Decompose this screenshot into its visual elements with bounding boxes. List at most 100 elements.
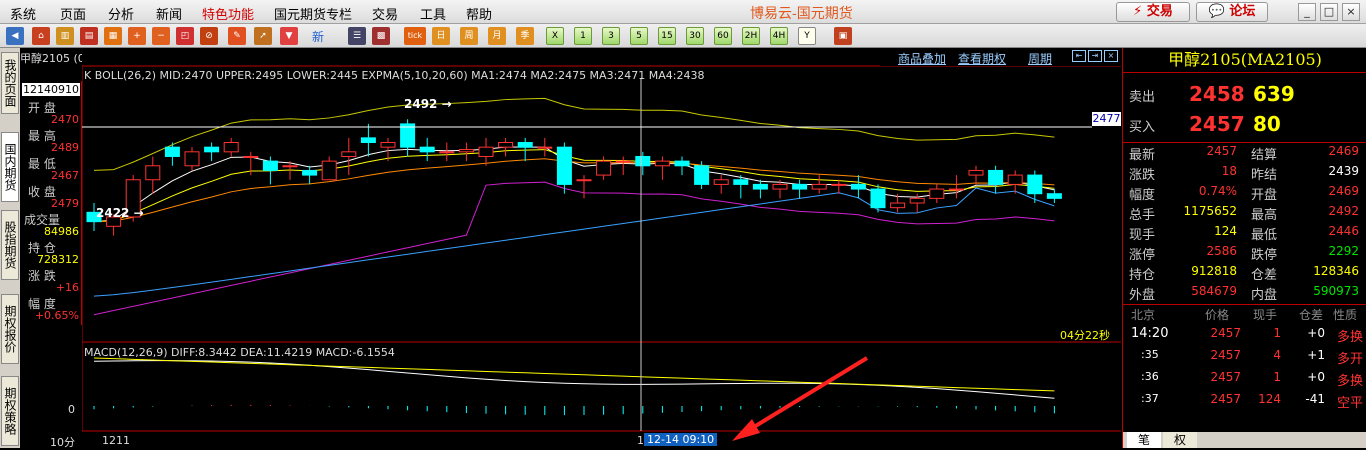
tab-commodity-overlay[interactable]: 商品叠加	[898, 50, 946, 67]
value-low: 2467	[51, 169, 79, 182]
menu-news[interactable]: 新闻	[156, 4, 182, 23]
period-2h-button[interactable]: 2H	[742, 27, 760, 45]
candle-body	[831, 183, 847, 186]
period-5-button[interactable]: 5	[630, 27, 648, 45]
candle-body	[1027, 174, 1043, 195]
ask-row: 卖出 2458 639	[1129, 82, 1295, 106]
forum-button[interactable]: 💬 论坛	[1196, 2, 1268, 22]
candle-body	[694, 165, 710, 185]
candle-body	[752, 183, 768, 190]
stat-row: 最新 2457 结算 2469	[1129, 144, 1359, 163]
tab-rights[interactable]: 权	[1163, 432, 1197, 448]
draw-icon[interactable]: ✎	[228, 27, 246, 45]
candle-body	[811, 183, 827, 190]
annotation-arrow	[732, 356, 869, 441]
period-4h-button[interactable]: 4H	[770, 27, 788, 45]
stat-row: 幅度 0.74% 开盘 2469	[1129, 184, 1359, 203]
chart-svg[interactable]	[82, 48, 1121, 448]
tab-option-quotes[interactable]: 期权报价	[1, 294, 19, 364]
menu-tools[interactable]: 工具	[420, 4, 446, 23]
stat-row: 现手 124 最低 2446	[1129, 224, 1359, 243]
low-marker: 2422 →	[96, 206, 144, 220]
chart-icon[interactable]: ▤	[80, 27, 98, 45]
tick-button[interactable]: tick	[404, 27, 426, 45]
expand-icon[interactable]: ⇥	[1088, 50, 1102, 62]
month-button[interactable]: 月	[488, 27, 506, 45]
menu-analysis[interactable]: 分析	[108, 4, 134, 23]
home-icon[interactable]: ⌂	[32, 27, 50, 45]
zoom-in-icon[interactable]: +	[128, 27, 146, 45]
tab-view-options[interactable]: 查看期权	[958, 50, 1006, 67]
candle-body	[968, 169, 984, 176]
period-3-button[interactable]: 3	[602, 27, 620, 45]
candle-body	[419, 146, 435, 153]
tab-ticks[interactable]: 笔	[1127, 432, 1161, 448]
back-icon[interactable]: ◀	[6, 27, 24, 45]
chart-toolbar: 商品叠加 查看期权 周期 ⇤ ⇥ ×	[880, 48, 1121, 66]
tab-index-futures[interactable]: 股指期货	[1, 210, 19, 280]
tick-row: :37 2457 124 -41 空平	[1141, 392, 1363, 411]
tick-row: 14:20 2457 1 +0 多换	[1131, 326, 1363, 345]
filter-y-icon[interactable]: Y	[798, 27, 816, 45]
bid-price: 2457	[1189, 112, 1245, 136]
report-icon[interactable]: ▦	[104, 27, 122, 45]
candle-body	[458, 148, 474, 153]
period-30-button[interactable]: 30	[686, 27, 704, 45]
shrink-icon[interactable]: ⇤	[1072, 50, 1086, 62]
candle-body	[870, 188, 886, 209]
menu-help[interactable]: 帮助	[466, 4, 492, 23]
combo-icon[interactable]: ▩	[372, 27, 390, 45]
candle-body	[1046, 193, 1062, 199]
lightning-icon: ⚡	[1133, 4, 1143, 19]
tab-domestic-futures[interactable]: 国内期货	[1, 132, 19, 202]
trade-button[interactable]: ⚡ 交易	[1116, 2, 1190, 22]
candle-body	[988, 169, 1004, 185]
candle-body	[478, 146, 494, 157]
season-button[interactable]: 季	[516, 27, 534, 45]
macd-zero-label: 0	[68, 403, 75, 416]
candle-body	[243, 155, 259, 158]
window-icon[interactable]: ◰	[176, 27, 194, 45]
period-15-button[interactable]: 15	[658, 27, 676, 45]
kline-icon[interactable]: ▥	[56, 27, 74, 45]
maximize-icon[interactable]: □	[1320, 3, 1338, 21]
menu-guoyuan-column[interactable]: 国元期货专栏	[274, 4, 352, 23]
new-button[interactable]: 新	[312, 28, 324, 45]
minimize-icon[interactable]: _	[1298, 3, 1316, 21]
value-open-interest: 728312	[37, 253, 79, 266]
macd-legend: MACD(12,26,9) DIFF:8.3442 DEA:11.4219 MA…	[84, 346, 395, 359]
candle-body	[164, 146, 180, 157]
menu-bar: 系统 页面 分析 新闻 特色功能 国元期货专栏 交易 工具 帮助 博易云-国元期…	[0, 0, 1366, 24]
price-tag: 2477	[1092, 112, 1121, 126]
tick-row: :35 2457 4 +1 多开	[1141, 348, 1363, 367]
cancel-icon[interactable]: ⊘	[200, 27, 218, 45]
menu-trade[interactable]: 交易	[372, 4, 398, 23]
filter-icon[interactable]: ▼	[280, 27, 298, 45]
menu-page[interactable]: 页面	[60, 4, 86, 23]
tab-option-strategy[interactable]: 期权策略	[1, 376, 19, 446]
candle-body	[184, 151, 200, 167]
arrow-icon[interactable]: ➚	[254, 27, 272, 45]
zoom-out-icon[interactable]: −	[152, 27, 170, 45]
tab-my-page[interactable]: 我的页面	[1, 52, 19, 114]
tab-period[interactable]: 周期	[1028, 50, 1052, 67]
kline-chart[interactable]: K BOLL(26,2) MID:2470 UPPER:2495 LOWER:2…	[68, 48, 1121, 448]
menu-system[interactable]: 系统	[10, 4, 36, 23]
value-close: 2479	[51, 197, 79, 210]
chart-close-icon[interactable]: ×	[1104, 50, 1118, 62]
stat-row: 外盘 584679 内盘 590973	[1129, 284, 1359, 303]
candle-body	[517, 142, 533, 148]
candle-body	[792, 183, 808, 190]
period-1-button[interactable]: 1	[574, 27, 592, 45]
calendar-icon[interactable]: ▣	[834, 27, 852, 45]
close-icon[interactable]: ×	[1342, 3, 1360, 21]
period-60-button[interactable]: 60	[714, 27, 732, 45]
week-button[interactable]: 周	[460, 27, 478, 45]
ask-price: 2458	[1189, 82, 1245, 106]
day-button[interactable]: 日	[432, 27, 450, 45]
candle-body	[262, 160, 278, 171]
list-icon[interactable]: ☰	[348, 27, 366, 45]
x-button[interactable]: X	[546, 27, 564, 45]
menu-special[interactable]: 特色功能	[202, 4, 254, 23]
candle-body	[733, 179, 749, 185]
